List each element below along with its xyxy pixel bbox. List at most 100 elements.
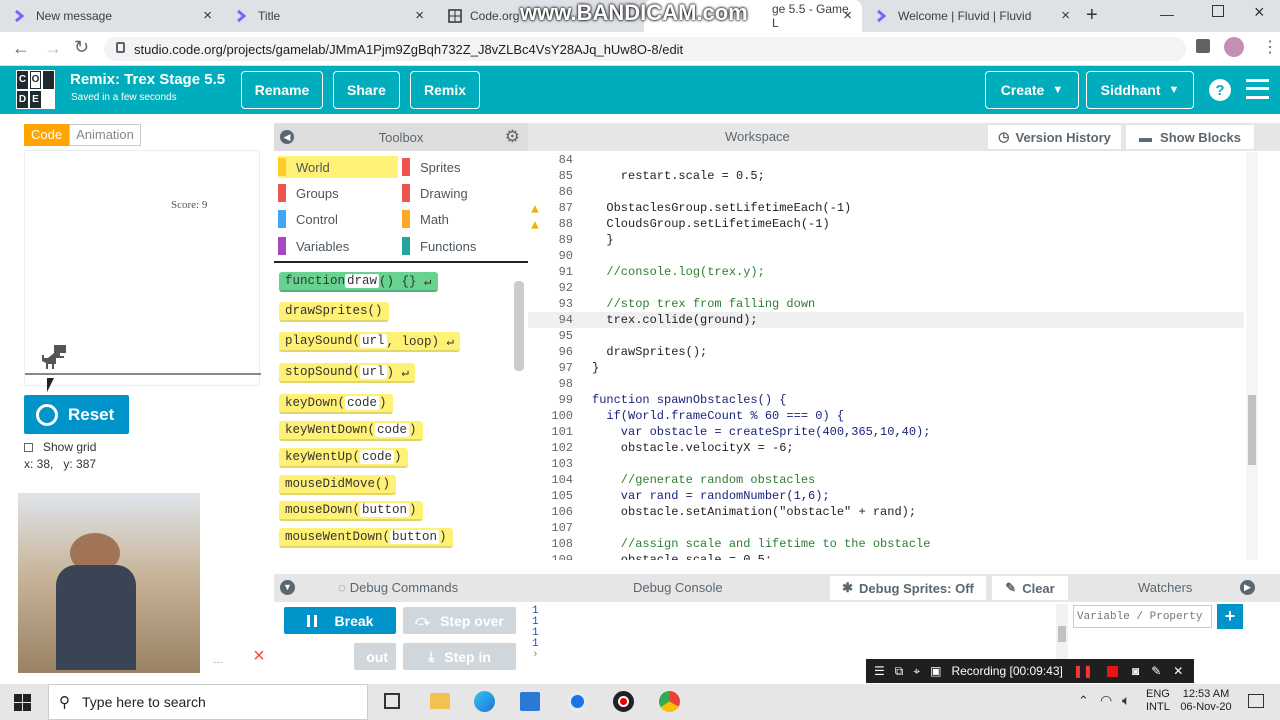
forward-icon[interactable]: → [44,38,62,59]
close-tab-icon[interactable]: × [203,7,212,24]
code-line[interactable]: 101 var obstacle = createSprite(400,365,… [528,424,1248,440]
back-icon[interactable]: ← [12,38,30,59]
category-sprites[interactable]: Sprites [402,156,460,178]
clock[interactable]: 12:53 AM 06-Nov-20 [1178,688,1234,714]
code-line[interactable]: 100 if(World.frameCount % 60 === 0) { [528,408,1248,424]
code-line[interactable]: 92 [528,280,1248,296]
code-line[interactable]: 99 function spawnObstacles() { [528,392,1248,408]
code-line[interactable]: 109 obstacle.scale = 0.5; [528,552,1248,560]
code-line[interactable]: 84 [528,152,1248,168]
category-math[interactable]: Math [402,208,449,230]
category-groups[interactable]: Groups [278,182,339,204]
create-dropdown[interactable]: Create ▼ [985,71,1079,109]
keydown-block[interactable]: keyDown(code) [279,394,393,414]
code-line[interactable]: 98 [528,376,1248,392]
code-line[interactable]: 91 //console.log(trex.y); [528,264,1248,280]
editor-scrollbar[interactable] [1246,152,1258,560]
code-editor[interactable]: 84 85 restart.scale = 0.5; 86 87 ObstaclesG… [528,152,1258,560]
warning-icon[interactable]: ▲ [531,202,539,217]
screen-icon[interactable]: ▣ [930,664,941,678]
collapse-watchers-icon[interactable]: ▶ [1240,580,1255,595]
profile-avatar[interactable] [1224,37,1244,57]
help-icon[interactable]: ? [1209,79,1231,101]
show-blocks-button[interactable]: ▬ Show Blocks [1126,125,1254,149]
window-icon[interactable]: ⧉ [895,664,904,679]
code-line[interactable]: 93 //stop trex from falling down [528,296,1248,312]
checkbox[interactable] [24,442,33,452]
user-dropdown[interactable]: Siddhant ▼ [1086,71,1194,109]
menu-icon[interactable]: ☰ [874,664,885,678]
block-arg[interactable]: button [360,503,410,517]
block-arg[interactable]: code [375,423,410,437]
more-controls-icon[interactable]: … [205,648,231,672]
category-control[interactable]: Control [278,208,338,230]
url-field[interactable]: studio.code.org/projects/gamelab/JMmA1Pj… [104,37,1186,61]
collapse-toolbox-icon[interactable]: ◀ [280,130,294,144]
code-line[interactable]: 86 [528,184,1248,200]
restore-icon[interactable] [1212,5,1224,17]
pen-icon[interactable]: ✎ [1151,664,1161,678]
gear-icon[interactable]: ⚙ [505,127,520,147]
category-functions[interactable]: Functions [402,235,476,257]
step-over-button[interactable]: ⤼ Step over [403,607,516,634]
wifi-icon[interactable]: ◠ [1100,692,1112,709]
code-line[interactable]: 88 CloudsGroup.setLifetimeEach(-1) [528,216,1248,232]
code-line[interactable]: 96 drawSprites(); [528,344,1248,360]
category-drawing[interactable]: Drawing [402,182,468,204]
windows-start-icon[interactable] [14,694,31,711]
new-tab-icon[interactable]: + [1086,4,1098,27]
mousewentdown-block[interactable]: mouseWentDown(button) [279,528,453,548]
category-variables[interactable]: Variables [278,235,349,257]
warning-icon[interactable]: ▲ [531,218,539,233]
minimize-icon[interactable]: — [1160,6,1174,22]
category-world[interactable]: World [278,156,398,178]
code-line[interactable]: 97} [528,360,1248,376]
codeorg-logo[interactable]: C O D E [16,70,55,109]
close-tab-icon[interactable]: × [843,7,852,24]
break-button[interactable]: Break [284,607,396,634]
bandicam-icon[interactable] [613,691,634,712]
code-line[interactable]: 89 } [528,232,1248,248]
edge-icon[interactable] [474,691,495,712]
close-tab-icon[interactable]: × [415,7,424,24]
share-button[interactable]: Share [333,71,400,109]
code-line[interactable]: 106 obstacle.setAnimation("obstacle" + r… [528,504,1248,520]
close-window-icon[interactable]: × [1254,2,1265,23]
remix-button[interactable]: Remix [410,71,480,109]
tab-animation[interactable]: Animation [69,124,141,146]
block-arg[interactable]: url [360,365,387,379]
file-explorer-icon[interactable] [430,693,450,709]
code-line[interactable]: 103 [528,456,1248,472]
code-line[interactable]: 104 //generate random obstacles [528,472,1248,488]
step-in-button[interactable]: ⤓ Step in [403,643,516,670]
mousedown-block[interactable]: mouseDown(button) [279,501,423,521]
keywentup-block[interactable]: keyWentUp(code) [279,448,408,468]
task-view-icon[interactable] [384,693,400,709]
block-arg[interactable]: draw [345,274,380,288]
close-tab-icon[interactable]: × [1061,7,1070,24]
show-grid-toggle[interactable]: Show grid [24,440,96,454]
debug-sprites-toggle[interactable]: ✱ Debug Sprites: Off [830,576,986,600]
hamburger-menu-icon[interactable] [1246,79,1269,99]
extensions-icon[interactable] [1196,39,1210,53]
palette-scrollbar[interactable] [514,281,524,371]
chrome-profile-icon[interactable] [659,691,680,712]
code-line[interactable]: 105 var rand = randomNumber(1,6); [528,488,1248,504]
target-icon[interactable]: ⌖ [913,664,920,679]
taskbar-search[interactable]: ⚲ Type here to search [48,684,368,720]
code-line[interactable]: 90 [528,248,1248,264]
watch-expression-input[interactable] [1073,605,1212,628]
notifications-icon[interactable] [1248,694,1264,708]
chevron-up-icon[interactable]: ⌃ [1078,693,1089,709]
code-line[interactable]: 95 [528,328,1248,344]
step-out-button[interactable]: out [354,643,396,670]
game-canvas[interactable]: Score: 9 [24,150,261,386]
editor-scrollbar-thumb[interactable] [1248,395,1256,465]
tab-code[interactable]: Code [24,124,70,146]
version-history-button[interactable]: ◷ Version History [988,125,1121,149]
code-line[interactable]: 85 restart.scale = 0.5; [528,168,1248,184]
code-line[interactable]: 102 obstacle.velocityX = -6; [528,440,1248,456]
volume-icon[interactable]: 🔈︎ [1122,692,1130,709]
reload-icon[interactable]: ↻ [74,37,89,58]
close-icon[interactable]: ✕ [1173,664,1183,678]
